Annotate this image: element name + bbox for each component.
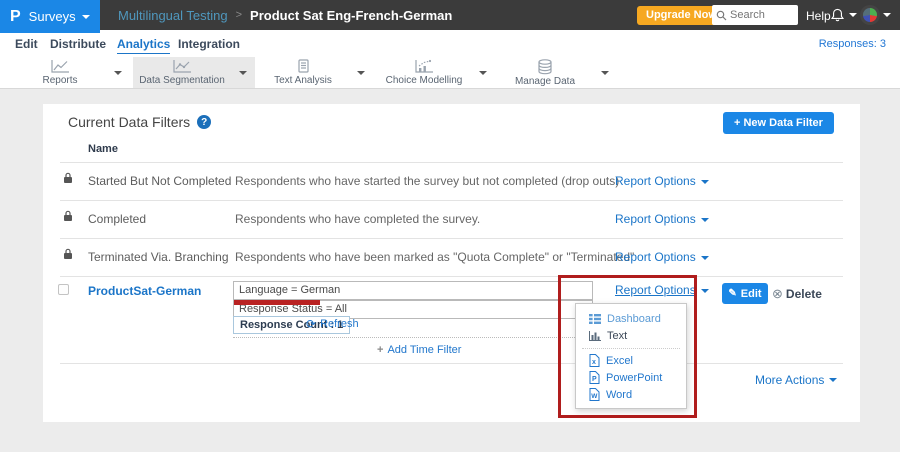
avatar	[860, 5, 880, 25]
row-divider	[60, 162, 843, 163]
refresh-icon: ⟳	[306, 318, 316, 330]
filter-expression-input[interactable]: Language = German	[233, 281, 593, 300]
bell-icon	[830, 7, 845, 23]
red-underline-annotation	[234, 300, 320, 305]
filter-name: Started But Not Completed	[88, 174, 231, 188]
line-chart-icon	[49, 59, 71, 74]
breadcrumb: Multilingual Testing > Product Sat Eng-F…	[118, 0, 452, 30]
tab-text-analysis[interactable]: Text Analysis	[257, 57, 373, 88]
row-divider	[60, 200, 843, 201]
survey-section-nav: Edit Distribute Analytics Integration Re…	[0, 30, 900, 57]
breadcrumb-parent[interactable]: Multilingual Testing	[118, 8, 228, 23]
nav-item-analytics[interactable]: Analytics	[117, 37, 170, 54]
brand-logo: P	[10, 9, 21, 25]
svg-text:x: x	[592, 359, 596, 366]
refresh-link[interactable]: ⟳ Refresh	[306, 318, 359, 330]
menu-item-excel[interactable]: x Excel	[589, 352, 633, 369]
tab-data-segmentation[interactable]: Data Segmentation	[133, 57, 255, 88]
menu-item-dashboard[interactable]: Dashboard	[589, 310, 661, 327]
chevron-down-icon	[701, 180, 709, 184]
edit-button[interactable]: ✎ Edit	[722, 283, 768, 304]
tab-choice-modelling[interactable]: Choice Modelling	[377, 57, 495, 88]
chevron-down-icon	[357, 71, 365, 75]
new-data-filter-button[interactable]: + New Data Filter	[723, 112, 834, 134]
search-icon	[716, 10, 727, 21]
app-menu-label: Surveys	[29, 9, 76, 24]
column-header-name: Name	[88, 143, 118, 155]
filter-checkbox[interactable]	[58, 284, 69, 295]
chevron-down-icon	[479, 71, 487, 75]
filter-name: Completed	[88, 212, 146, 226]
menu-item-word[interactable]: W Word	[589, 386, 632, 403]
chevron-down-icon	[829, 378, 837, 382]
powerpoint-file-icon: P	[589, 371, 600, 384]
choice-chart-icon	[413, 59, 435, 74]
row-divider	[60, 363, 843, 364]
lock-icon	[62, 209, 74, 222]
chevron-down-icon	[114, 71, 122, 75]
top-navbar: Multilingual Testing > Product Sat Eng-F…	[0, 0, 900, 30]
breadcrumb-separator: >	[236, 9, 242, 21]
notifications-control[interactable]	[830, 7, 857, 23]
chevron-down-icon	[601, 71, 609, 75]
menu-item-powerpoint[interactable]: P PowerPoint	[589, 369, 662, 386]
circle-x-icon: ⊗	[772, 286, 783, 302]
report-options-link[interactable]: Report Options	[615, 212, 709, 226]
pencil-icon: ✎	[728, 288, 736, 299]
nav-item-integration[interactable]: Integration	[178, 37, 240, 51]
breadcrumb-current: Product Sat Eng-French-German	[250, 8, 452, 23]
chevron-down-icon	[701, 256, 709, 260]
account-menu[interactable]	[860, 5, 891, 25]
product-switcher[interactable]: P Surveys	[0, 0, 100, 33]
help-link[interactable]: Help	[806, 9, 831, 23]
tab-reports[interactable]: Reports	[14, 57, 130, 88]
report-options-link[interactable]: Report Options	[615, 174, 709, 188]
delete-button[interactable]: ⊗ Delete	[772, 286, 822, 302]
chevron-down-icon	[82, 15, 90, 19]
tab-manage-data[interactable]: Manage Data	[497, 57, 617, 88]
search-box[interactable]	[712, 5, 798, 25]
app-window: Multilingual Testing > Product Sat Eng-F…	[0, 0, 900, 452]
chevron-down-icon	[701, 289, 709, 293]
analytics-toolbar: Reports Data Segmentation Text	[0, 57, 900, 89]
more-actions-link[interactable]: More Actions	[755, 373, 837, 387]
chevron-down-icon	[849, 13, 857, 17]
chevron-down-icon	[883, 13, 891, 17]
report-options-menu: Dashboard Text x Excel	[575, 303, 687, 409]
menu-item-text[interactable]: Text	[589, 327, 627, 344]
chevron-down-icon	[239, 71, 247, 75]
help-icon[interactable]: ?	[197, 115, 211, 129]
filter-name: Terminated Via. Branching	[88, 250, 229, 264]
nav-item-edit[interactable]: Edit	[15, 37, 38, 51]
menu-divider	[582, 348, 680, 349]
current-data-filters-panel: Current Data Filters ? + New Data Filter…	[43, 104, 860, 422]
dotted-divider	[233, 337, 593, 338]
dashboard-grid-icon	[589, 314, 601, 324]
row-divider	[60, 238, 843, 239]
search-input[interactable]	[730, 9, 790, 21]
chevron-down-icon	[701, 218, 709, 222]
scatter-chart-icon	[171, 59, 193, 74]
page-title: Current Data Filters	[68, 114, 190, 130]
lock-icon	[62, 171, 74, 184]
responses-count[interactable]: Responses: 3	[819, 38, 886, 50]
filter-description: Respondents who have started the survey …	[235, 174, 619, 188]
nav-item-distribute[interactable]: Distribute	[50, 37, 106, 51]
filter-description: Respondents who have been marked as "Quo…	[235, 250, 634, 264]
svg-text:W: W	[591, 393, 598, 400]
document-report-icon	[293, 59, 313, 74]
add-time-filter-link[interactable]: +Add Time Filter	[377, 344, 461, 356]
lock-icon	[62, 247, 74, 260]
svg-text:P: P	[592, 376, 597, 383]
report-options-link[interactable]: Report Options	[615, 250, 709, 264]
bar-chart-icon	[589, 331, 601, 341]
word-file-icon: W	[589, 388, 600, 401]
database-icon	[536, 59, 554, 75]
filter-description: Respondents who have completed the surve…	[235, 212, 480, 226]
excel-file-icon: x	[589, 354, 600, 367]
filter-name: ProductSat-German	[88, 284, 201, 298]
row-divider	[60, 276, 843, 277]
report-options-link-open[interactable]: Report Options	[615, 283, 709, 297]
